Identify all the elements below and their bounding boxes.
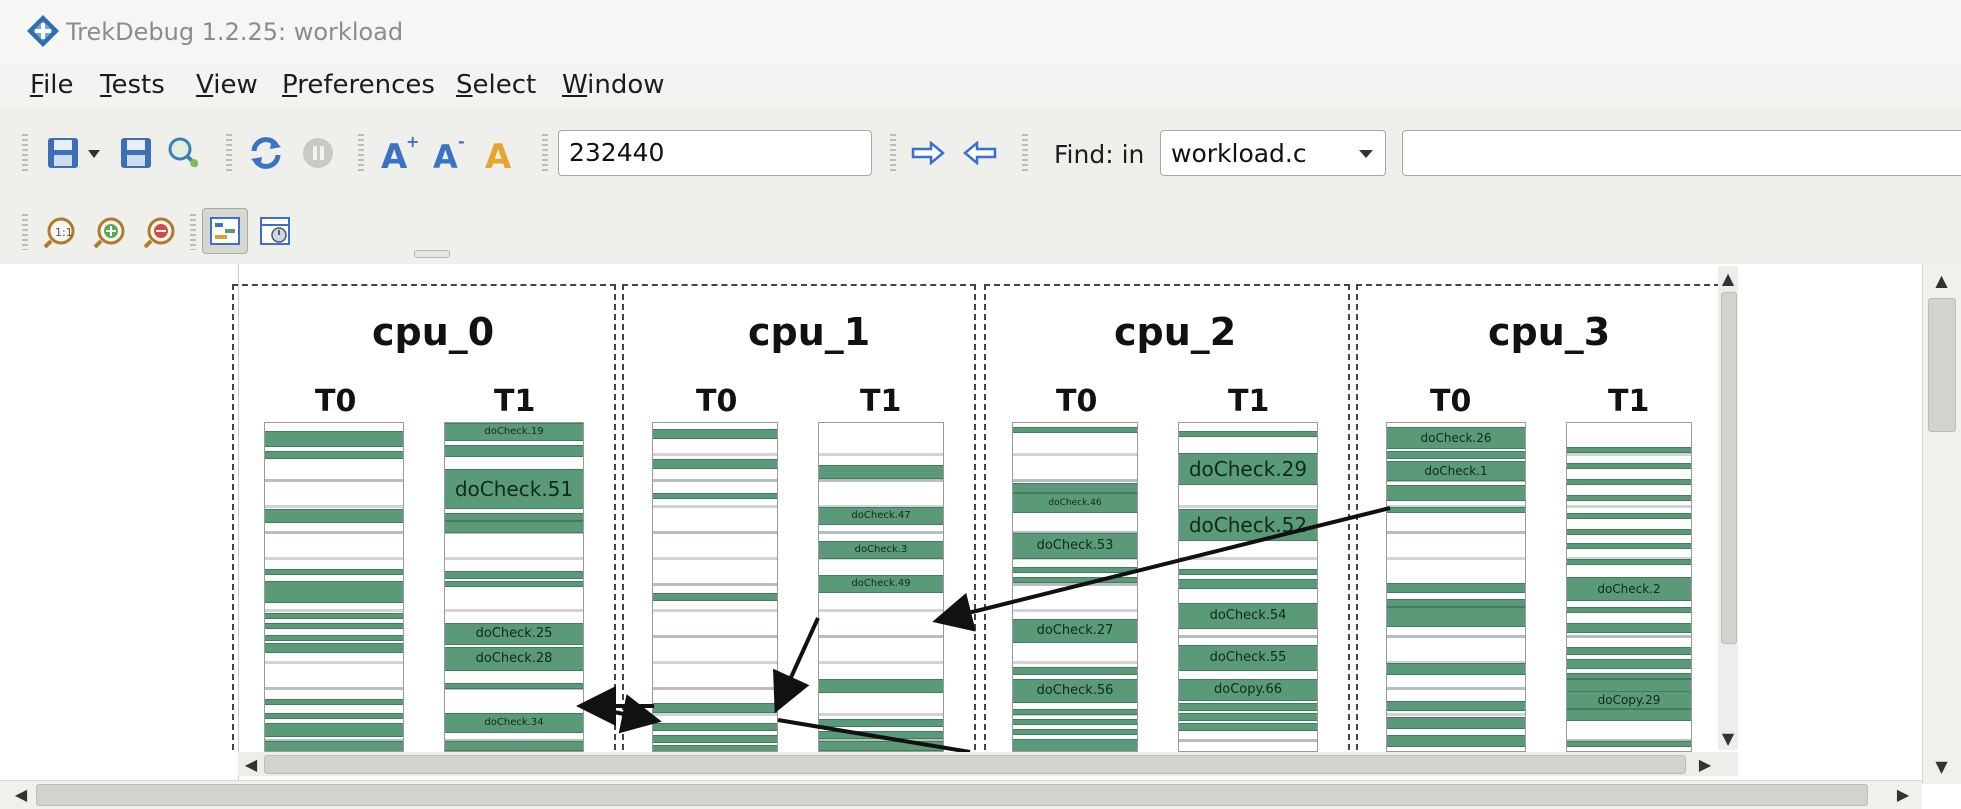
outer-scroll-down-icon[interactable]: ▼: [1922, 752, 1961, 780]
outer-vertical-scroll-thumb[interactable]: [1928, 298, 1956, 432]
arrow-cpu1-t1-to-t0: [773, 617, 820, 714]
inner-scroll-right-icon[interactable]: ▶: [1694, 752, 1716, 776]
inner-horizontal-scroll-thumb[interactable]: [264, 755, 1686, 774]
inner-vertical-scroll-thumb[interactable]: [1721, 292, 1737, 644]
outer-horizontal-scroll-thumb[interactable]: [36, 784, 1868, 806]
dependency-arrows: [576, 506, 1391, 754]
arrow-cpu3-to-cpu1: [932, 506, 1391, 632]
inner-scroll-up-icon[interactable]: ▲: [1718, 266, 1738, 290]
inner-scroll-down-icon[interactable]: ▼: [1718, 726, 1738, 750]
outer-scroll-left-icon[interactable]: ◀: [8, 780, 34, 808]
outer-scroll-up-icon[interactable]: ▲: [1922, 266, 1961, 294]
arrow-cpu0-to-cpu1: [583, 694, 662, 734]
outer-scroll-right-icon[interactable]: ▶: [1890, 780, 1916, 808]
inner-scroll-left-icon[interactable]: ◀: [240, 752, 262, 776]
arrow-cpu1-to-cpu2: [777, 718, 971, 754]
